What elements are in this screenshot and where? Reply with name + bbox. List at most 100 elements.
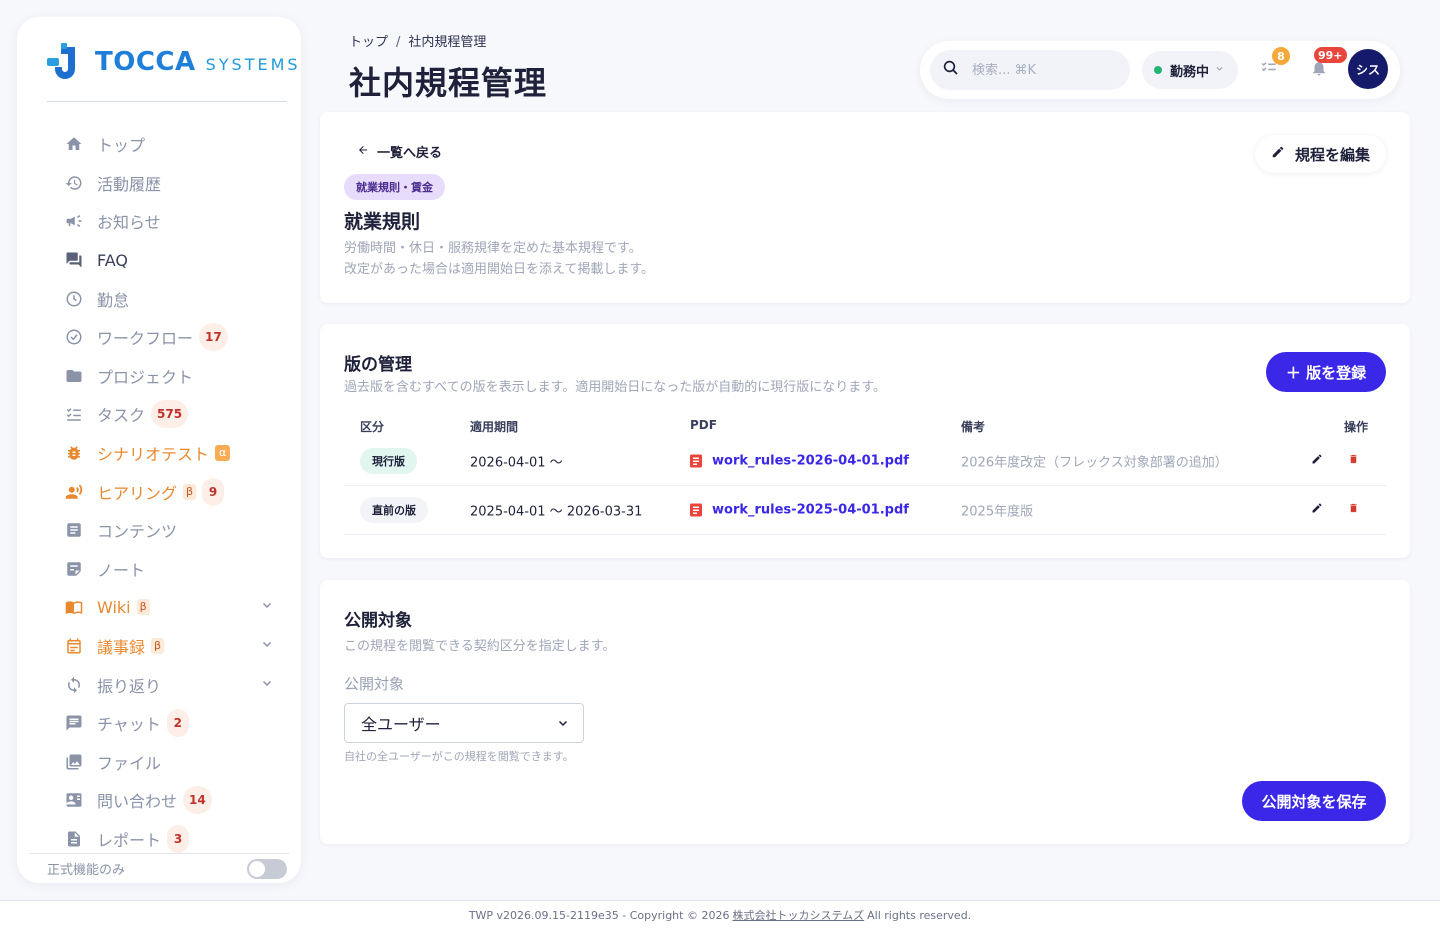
back-to-list-label: 一覧へ戻る	[377, 146, 443, 161]
sidebar-item-activity[interactable]: 活動履歴	[17, 164, 301, 203]
register-version-button[interactable]: ＋ 版を登録	[1266, 352, 1386, 392]
sidebar-item-retrospective[interactable]: 振り返り	[17, 665, 301, 704]
pencil-icon	[1271, 145, 1285, 163]
pdf-filename: work_rules-2026-04-01.pdf	[712, 453, 909, 469]
work-status-dropdown[interactable]: 勤務中	[1142, 51, 1239, 89]
applicable-period: 2026-04-01 〜	[470, 455, 563, 471]
sidebar-item-wiki[interactable]: Wiki β	[17, 588, 301, 627]
applicable-period: 2025-04-01 〜 2026-03-31	[470, 504, 643, 520]
rule-description: 労働時間・休日・服務規律を定めた基本規程です。 改定があった場合は適用開始日を添…	[344, 238, 654, 280]
trash-icon[interactable]	[1348, 502, 1359, 518]
sidebar-item-inquiry[interactable]: 問い合わせ 14	[17, 781, 301, 820]
sidebar-item-contents[interactable]: コンテンツ	[17, 511, 301, 550]
sidebar-item-project[interactable]: プロジェクト	[17, 357, 301, 396]
version-note: 2026年度改定（フレックス対象部署の追加）	[961, 455, 1228, 471]
save-audience-button[interactable]: 公開対象を保存	[1242, 781, 1386, 821]
chevron-down-icon[interactable]	[261, 677, 273, 693]
alpha-tag: α	[215, 445, 231, 462]
search-icon	[942, 59, 960, 81]
sidebar-item-label: Wiki	[97, 597, 131, 617]
version-kind-chip: 現行版	[360, 448, 417, 474]
contact-card-icon	[65, 791, 83, 809]
rule-description-line: 改定があった場合は適用開始日を添えて掲載します。	[344, 262, 655, 277]
top-bar: 勤務中 8 99+ シス	[920, 41, 1400, 99]
sidebar-item-label: 問い合わせ	[97, 792, 178, 812]
sidebar-item-workflow[interactable]: ワークフロー 17	[17, 318, 301, 357]
sidebar-item-label: プロジェクト	[97, 367, 194, 387]
audience-card: 公開対象 この規程を閲覧できる契約区分を指定します。 公開対象 全ユーザー 自社…	[320, 580, 1410, 844]
chevron-down-icon	[1215, 64, 1224, 76]
category-chip: 就業規則・賃金	[344, 174, 445, 200]
breadcrumb-home[interactable]: トップ	[349, 35, 388, 50]
pdf-icon	[690, 503, 702, 517]
checklist-icon	[65, 405, 83, 423]
pdf-link[interactable]: work_rules-2025-04-01.pdf	[690, 503, 909, 518]
beta-tag: β	[183, 483, 197, 500]
image-icon	[65, 753, 83, 771]
sidebar-item-task[interactable]: タスク 575	[17, 395, 301, 434]
company-link[interactable]: 株式会社トッカシステムズ	[732, 907, 864, 923]
sidebar-item-news[interactable]: お知らせ	[17, 202, 301, 241]
pencil-icon[interactable]	[1311, 453, 1323, 469]
sidebar-item-top[interactable]: トップ	[17, 125, 301, 164]
sidebar-item-hearing[interactable]: ヒアリング β 9	[17, 472, 301, 511]
search-input[interactable]	[972, 62, 1112, 78]
table-row: 直前の版 2025-04-01 〜 2026-03-31 work_rules-…	[344, 486, 1386, 534]
megaphone-icon	[65, 212, 83, 230]
column-header-actions: 操作	[1344, 420, 1369, 434]
check-circle-icon	[65, 328, 83, 346]
pencil-icon[interactable]	[1311, 502, 1323, 518]
sidebar-item-label: 活動履歴	[97, 174, 162, 194]
notifications-button[interactable]: 99+	[1308, 47, 1347, 81]
sidebar-item-label: ノート	[97, 560, 146, 580]
sidebar-item-label: ファイル	[97, 753, 162, 773]
breadcrumb-current: 社内規程管理	[408, 35, 487, 50]
sidebar-nav: トップ 活動履歴 お知らせ FAQ 勤怠 ワークフロー 17 プロジェクト タス…	[17, 125, 301, 858]
sidebar-item-label: シナリオテスト	[97, 445, 210, 465]
avatar[interactable]: シス	[1348, 49, 1388, 89]
beta-tag: β	[136, 599, 150, 616]
audience-select[interactable]: 全ユーザー	[344, 703, 584, 743]
chevron-down-icon[interactable]	[261, 599, 273, 615]
back-to-list-link[interactable]: 一覧へ戻る	[357, 142, 442, 161]
logo-text-bold: TOCCA	[95, 47, 196, 77]
beta-tag: β	[151, 638, 165, 655]
official-features-toggle-row: 正式機能のみ	[29, 853, 289, 883]
sidebar-item-note[interactable]: ノート	[17, 550, 301, 589]
sidebar-item-minutes[interactable]: 議事録 β	[17, 627, 301, 666]
rule-detail-card: 一覧へ戻る 規程を編集 就業規則・賃金 就業規則 労働時間・休日・服務規律を定め…	[320, 112, 1410, 303]
edit-rule-button[interactable]: 規程を編集	[1254, 135, 1386, 173]
search-box[interactable]	[930, 50, 1130, 90]
note-icon	[65, 560, 83, 578]
tocca-logo-icon	[47, 43, 75, 79]
audience-selected-value: 全ユーザー	[361, 715, 441, 734]
row-divider	[344, 534, 1386, 535]
chat-bubbles-icon	[65, 251, 83, 269]
column-header-kind: 区分	[360, 420, 385, 434]
section-title: 公開対象	[344, 611, 412, 631]
pdf-link[interactable]: work_rules-2026-04-01.pdf	[690, 454, 909, 469]
logo[interactable]: TOCCA SYSTEMS	[47, 42, 301, 82]
tasks-button[interactable]: 8	[1258, 47, 1290, 81]
breadcrumb: トップ / 社内規程管理	[349, 31, 486, 50]
official-features-toggle[interactable]	[247, 858, 287, 879]
count-badge: 9	[202, 477, 225, 506]
logo-text-light: SYSTEMS	[205, 55, 301, 74]
version-kind-chip: 直前の版	[360, 497, 428, 523]
chat-icon	[65, 714, 83, 732]
count-badge: 575	[151, 400, 189, 429]
pdf-filename: work_rules-2025-04-01.pdf	[712, 502, 909, 518]
sidebar-item-file[interactable]: ファイル	[17, 743, 301, 782]
sidebar-item-label: レポート	[97, 830, 162, 850]
sidebar-item-attendance[interactable]: 勤怠	[17, 279, 301, 318]
sidebar-item-chat[interactable]: チャット 2	[17, 704, 301, 743]
trash-icon[interactable]	[1348, 453, 1359, 469]
sidebar-item-scenario-test[interactable]: シナリオテスト α	[17, 434, 301, 473]
sidebar-item-label: ヒアリング	[97, 483, 178, 503]
sidebar-item-faq[interactable]: FAQ	[17, 241, 301, 280]
column-header-pdf: PDF	[690, 418, 717, 432]
section-subtitle: 過去版を含むすべての版を表示します。適用開始日になった版が自動的に現行版になりま…	[344, 380, 886, 395]
chevron-down-icon[interactable]	[261, 638, 273, 654]
work-status-label: 勤務中	[1170, 64, 1210, 80]
book-icon	[65, 598, 83, 616]
